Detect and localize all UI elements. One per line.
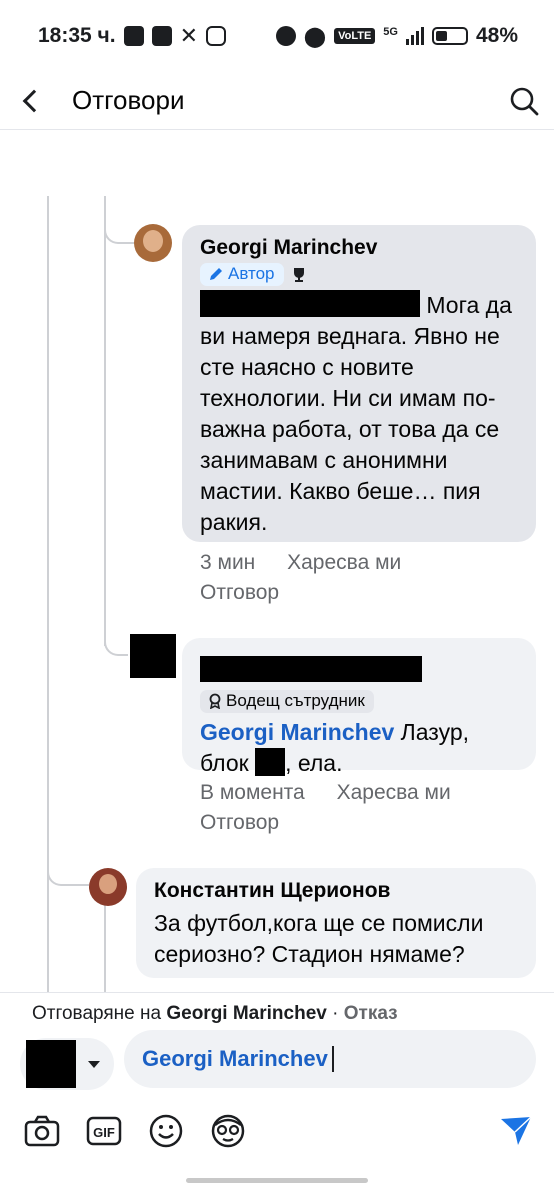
instagram-icon [206, 26, 227, 46]
avatar[interactable] [89, 868, 127, 906]
search-button[interactable] [494, 72, 554, 130]
reply-button[interactable]: Отговор [200, 578, 520, 608]
home-indicator[interactable] [186, 1178, 368, 1183]
identity-selector[interactable] [20, 1038, 114, 1090]
comment-meta: В момента Харесва ми Отговор [200, 778, 520, 838]
trophy-icon [293, 267, 304, 282]
send-icon [501, 1116, 532, 1145]
contributor-badge-label: Водещ сътрудник [226, 691, 365, 710]
status-time: 18:35 ч. [38, 24, 116, 47]
badge-row: Автор [200, 263, 518, 286]
composer-tools: GIF [22, 1111, 542, 1153]
reply-input-mention: Georgi Marinchev [142, 1046, 328, 1071]
comment-text: Мога да ви намеря веднага. Явно не сте н… [200, 290, 512, 535]
text-cursor [331, 1046, 334, 1072]
send-button[interactable] [496, 1111, 536, 1151]
thread-connector [47, 850, 89, 886]
network-type: 5G [383, 25, 398, 38]
comment-meta: 3 мин Харесва ми Отговор [200, 548, 520, 608]
emoji-icon [149, 1114, 183, 1148]
wallet-icon [123, 26, 144, 46]
back-arrow-icon [22, 89, 46, 112]
like-button[interactable]: Харесва ми [287, 551, 401, 574]
alarm-icon [275, 26, 296, 46]
avatar[interactable] [130, 634, 176, 678]
comment-bubble[interactable]: Водещ сътрудник Georgi Marinchev Лазур, … [182, 638, 536, 776]
volte-badge: VoLTE [334, 28, 376, 44]
author-badge: Автор [200, 263, 284, 286]
gif-button[interactable]: GIF [84, 1111, 124, 1151]
header: Отговори [0, 72, 554, 130]
contributor-badge: Водещ сътрудник [200, 690, 374, 713]
battery-percent: 48% [475, 24, 518, 47]
author-badge-label: Автор [228, 264, 275, 283]
comment-time: 3 мин [200, 551, 256, 574]
status-right: ⬤ VoLTE 5G 48% [275, 24, 518, 49]
search-icon [510, 87, 539, 115]
mention-link[interactable]: Georgi Marinchev [200, 719, 394, 745]
page-title: Отговори [72, 85, 185, 115]
redacted-block [200, 290, 420, 317]
redacted-block [255, 748, 286, 776]
contributor-icon [209, 693, 221, 709]
redacted-author [200, 656, 422, 682]
comment-time: В момента [200, 781, 305, 804]
avatar-sticker-icon [211, 1114, 245, 1148]
thread-line-branch [104, 904, 106, 996]
comment-text: За футбол,кога ще се помисли сериозно? С… [154, 910, 484, 967]
comment-author[interactable]: Константин Щерионов [154, 878, 518, 904]
back-button[interactable] [0, 72, 60, 130]
comment-author[interactable]: Georgi Marinchev [200, 235, 518, 261]
status-bar: 18:35 ч. ✕ ⬤ VoLTE 5G 48% [0, 0, 554, 72]
signal-icon [405, 27, 424, 45]
avatar-sticker-button[interactable] [208, 1111, 248, 1151]
badge-row: Водещ сътрудник [200, 690, 518, 713]
cancel-reply-button[interactable]: Отказ [344, 1003, 398, 1024]
emoji-button[interactable] [146, 1111, 186, 1151]
thread-connector [104, 196, 134, 244]
battery-icon [431, 27, 468, 45]
camera-button[interactable] [22, 1111, 62, 1151]
comment-bubble[interactable]: Константин Щерионов За футбол,кога ще се… [136, 868, 536, 978]
location-icon: ⬤ [303, 25, 327, 48]
chevron-down-icon [88, 1060, 100, 1068]
reply-input[interactable]: Georgi Marinchev [124, 1030, 536, 1088]
profile-avatar [26, 1040, 76, 1088]
reply-button[interactable]: Отговор [200, 808, 520, 838]
comment-text: Georgi Marinchev Лазур, блок , ела. [200, 719, 470, 776]
reply-composer: Отговаряне на Georgi Marinchev · Отказ G… [0, 992, 554, 1200]
thread-line-inner [104, 196, 106, 646]
comment-bubble[interactable]: Georgi Marinchev Автор Мога да ви намеря… [182, 225, 536, 542]
gif-icon: GIF [86, 1116, 122, 1146]
pencil-icon [210, 268, 222, 280]
thread-connector [104, 620, 128, 656]
replying-to-name: Georgi Marinchev [166, 1003, 327, 1024]
status-left: 18:35 ч. ✕ [38, 23, 227, 49]
replying-to: Отговаряне на Georgi Marinchev · Отказ [32, 1003, 398, 1024]
app-notification-icon [151, 26, 172, 46]
x-icon: ✕ [179, 23, 199, 48]
svg-text:GIF: GIF [93, 1125, 115, 1140]
like-button[interactable]: Харесва ми [337, 781, 451, 804]
camera-icon [24, 1115, 60, 1147]
avatar[interactable] [134, 224, 172, 262]
